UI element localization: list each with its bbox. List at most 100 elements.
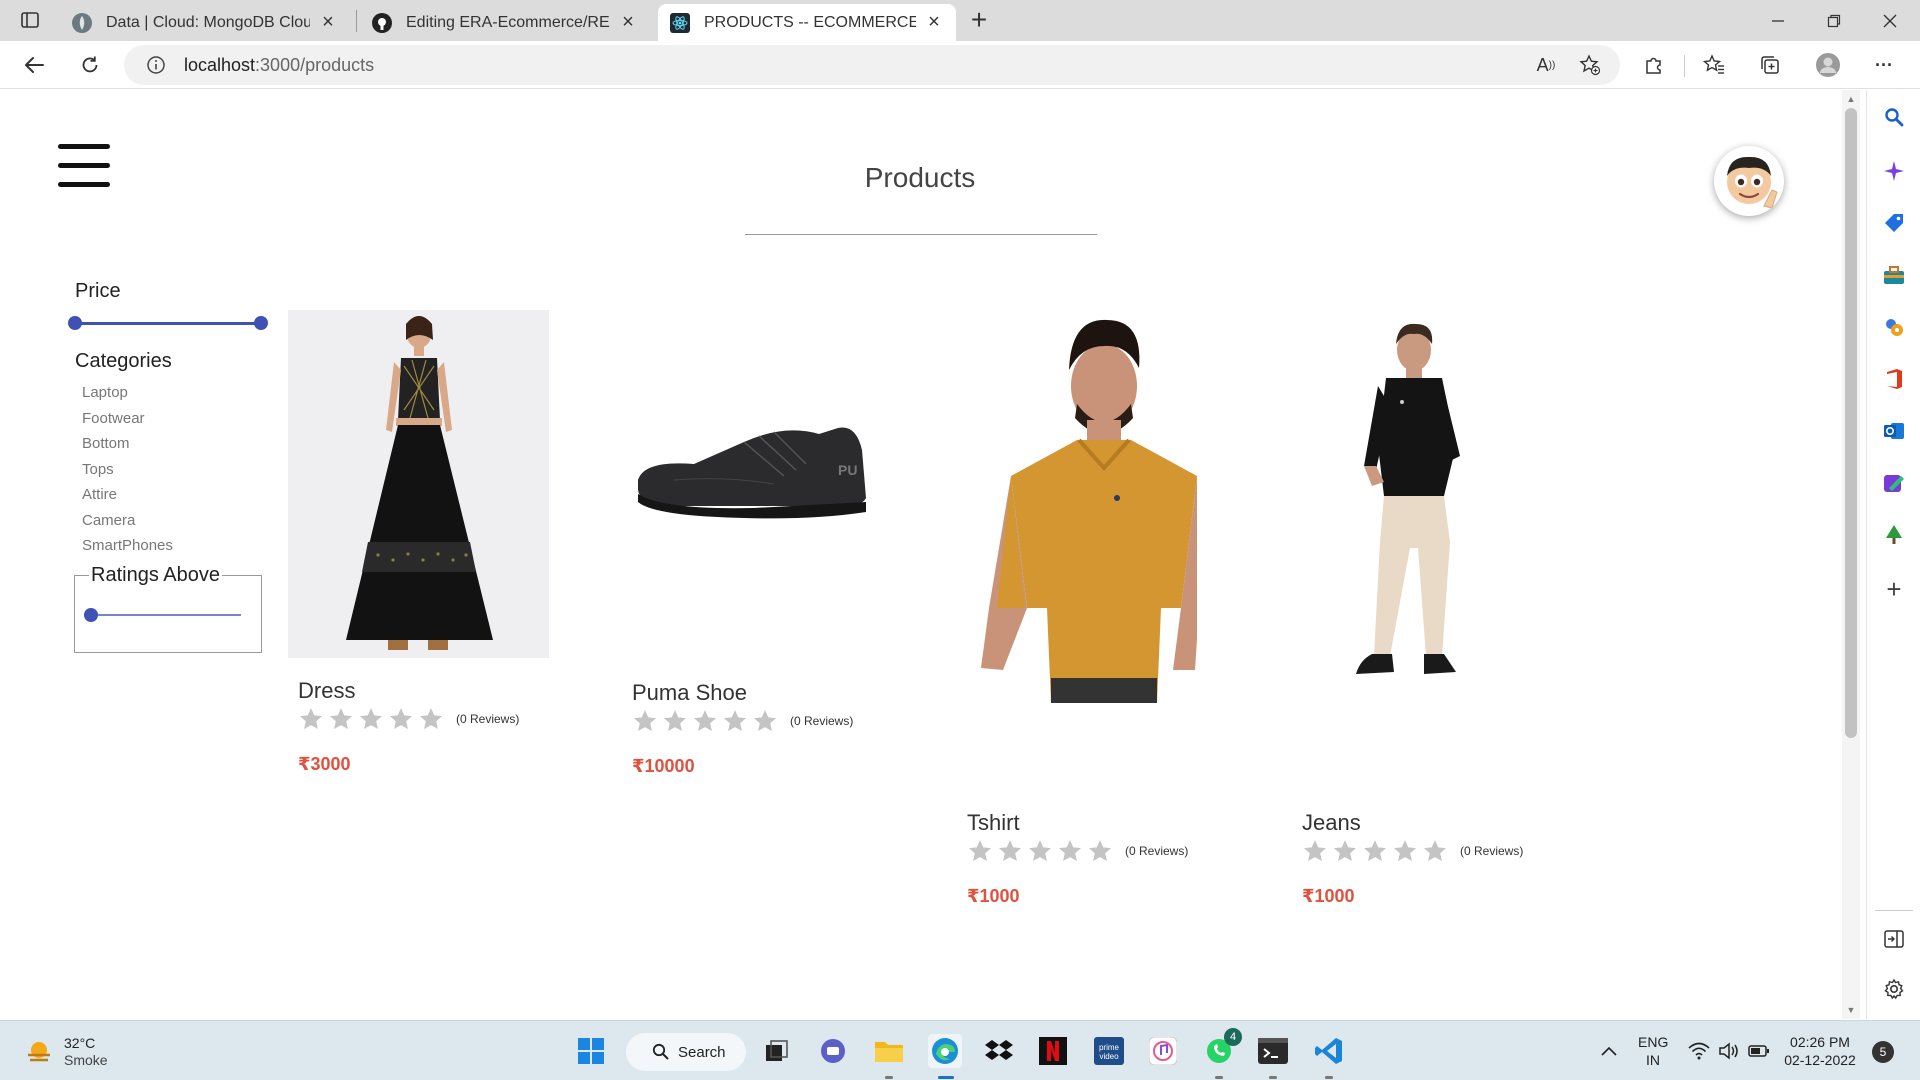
star-icon (1423, 840, 1447, 861)
tab-mongodb[interactable]: Data | Cloud: MongoDB Cloud × (60, 4, 350, 41)
ratings-slider-track[interactable] (91, 614, 241, 616)
outlook-icon[interactable] (1883, 420, 1905, 442)
more-options-icon[interactable]: ··· (1868, 49, 1900, 81)
product-image[interactable] (1332, 316, 1492, 686)
netflix-icon[interactable] (1036, 1034, 1070, 1068)
file-explorer-icon[interactable] (872, 1034, 906, 1068)
svg-text:prime: prime (1099, 1043, 1120, 1052)
product-name[interactable]: Puma Shoe (632, 680, 747, 706)
new-tab-button[interactable]: + (964, 6, 994, 36)
star-icon (1028, 840, 1052, 861)
minimize-button[interactable] (1750, 0, 1806, 41)
running-indicator (1325, 1076, 1333, 1079)
scrollbar-thumb[interactable] (1845, 108, 1857, 738)
profile-avatar-icon[interactable] (1812, 49, 1844, 81)
tab-title: Data | Cloud: MongoDB Cloud (106, 13, 310, 31)
scroll-down-arrow-icon[interactable]: ▼ (1846, 1005, 1856, 1015)
windows-start-icon[interactable] (574, 1034, 608, 1068)
task-view-icon[interactable] (760, 1034, 794, 1068)
itunes-icon[interactable] (1146, 1034, 1180, 1068)
system-clock[interactable]: 02:26 PM 02-12-2022 (1780, 1033, 1860, 1069)
dropbox-icon[interactable] (982, 1034, 1016, 1068)
tools-briefcase-icon[interactable] (1883, 264, 1905, 286)
collections-icon[interactable] (1754, 49, 1786, 81)
restore-button[interactable] (1806, 0, 1862, 41)
refresh-button[interactable] (74, 49, 106, 81)
product-price: ₹10000 (632, 756, 695, 776)
category-item-laptop[interactable]: Laptop (82, 380, 173, 406)
sparkle-icon[interactable] (1883, 160, 1905, 182)
taskbar-search-button[interactable]: Search (626, 1033, 746, 1071)
favorites-icon[interactable] (1698, 49, 1730, 81)
category-item-bottom[interactable]: Bottom (82, 431, 173, 457)
category-item-camera[interactable]: Camera (82, 508, 173, 534)
add-icon[interactable]: + (1883, 574, 1905, 604)
review-count: (0 Reviews) (1125, 844, 1189, 858)
read-aloud-icon[interactable]: A)) (1530, 49, 1562, 81)
product-card-tshirt[interactable]: Tshirt (0 Reviews) ₹1000 (967, 308, 1237, 906)
user-avatar-icon[interactable] (1714, 146, 1784, 216)
terminal-icon[interactable] (1256, 1034, 1290, 1068)
product-card-dress[interactable]: Dress (0 Reviews) ₹3000 (288, 310, 558, 774)
prime-video-icon[interactable]: prime video (1092, 1034, 1126, 1068)
product-image[interactable] (288, 310, 549, 658)
volume-icon[interactable] (1712, 1034, 1746, 1068)
tree-icon[interactable] (1883, 524, 1905, 546)
notification-badge[interactable]: 5 (1872, 1041, 1894, 1063)
product-name[interactable]: Dress (298, 678, 355, 704)
category-item-attire[interactable]: Attire (82, 482, 173, 508)
weather-widget[interactable]: 32°C Smoke (24, 1035, 108, 1069)
shopping-tag-icon[interactable] (1883, 212, 1905, 234)
category-item-footwear[interactable]: Footwear (82, 406, 173, 432)
teams-chat-icon[interactable] (816, 1034, 850, 1068)
review-count: (0 Reviews) (456, 712, 520, 726)
settings-gear-icon[interactable] (1883, 978, 1905, 1000)
browser-tab-strip: Data | Cloud: MongoDB Cloud × Editing ER… (0, 0, 1920, 41)
hide-sidebar-icon[interactable] (1883, 928, 1905, 950)
price-slider-track[interactable] (74, 322, 261, 325)
battery-icon[interactable] (1742, 1034, 1776, 1068)
input-language[interactable]: ENG IN (1638, 1033, 1668, 1069)
ratings-slider-thumb[interactable] (84, 608, 98, 622)
page-scrollbar[interactable]: ▲ ▼ (1842, 90, 1860, 1019)
menu-hamburger-icon[interactable] (58, 142, 110, 190)
office-icon[interactable] (1883, 368, 1905, 390)
close-icon[interactable]: × (318, 11, 338, 33)
designer-icon[interactable] (1883, 472, 1905, 494)
close-window-button[interactable] (1862, 0, 1918, 41)
product-name[interactable]: Jeans (1302, 810, 1361, 836)
ratings-filter-title: Ratings Above (89, 564, 222, 587)
product-name[interactable]: Tshirt (967, 810, 1020, 836)
edge-sidebar: + (1866, 90, 1920, 1019)
price-slider-max-thumb[interactable] (254, 316, 268, 330)
games-icon[interactable] (1883, 316, 1905, 338)
product-image[interactable] (967, 308, 1197, 703)
wifi-icon[interactable] (1682, 1034, 1716, 1068)
tab-actions-icon[interactable] (14, 8, 46, 32)
vscode-icon[interactable] (1312, 1034, 1346, 1068)
running-indicator (1215, 1076, 1223, 1079)
category-item-smartphones[interactable]: SmartPhones (82, 533, 173, 559)
chevron-up-icon[interactable] (1592, 1034, 1626, 1068)
ratings-filter: Ratings Above (74, 564, 262, 653)
price-slider-min-thumb[interactable] (68, 316, 82, 330)
scroll-up-arrow-icon[interactable]: ▲ (1846, 94, 1856, 104)
tab-products[interactable]: PRODUCTS -- ECOMMERCE × (658, 4, 956, 41)
whatsapp-icon[interactable]: 4 (1202, 1028, 1242, 1068)
close-icon[interactable]: × (618, 11, 638, 33)
add-favorite-icon[interactable] (1574, 49, 1606, 81)
close-icon[interactable]: × (924, 11, 944, 33)
edge-browser-icon[interactable] (928, 1034, 962, 1068)
back-button[interactable] (18, 49, 50, 81)
search-icon[interactable] (1883, 106, 1905, 128)
address-bar[interactable]: localhost:3000/products (124, 45, 1620, 85)
star-icon (693, 710, 717, 731)
product-card-jeans[interactable]: Jeans (0 Reviews) ₹1000 (1302, 316, 1572, 906)
tab-github[interactable]: Editing ERA-Ecommerce/README.md × (360, 4, 650, 41)
toolbar-divider (1684, 55, 1685, 77)
product-image[interactable]: PU (634, 420, 880, 540)
category-item-tops[interactable]: Tops (82, 457, 173, 483)
info-icon[interactable] (146, 55, 166, 75)
product-card-puma-shoe[interactable]: PU Puma Shoe (0 Reviews) ₹10000 (632, 420, 902, 776)
extensions-icon[interactable] (1638, 49, 1670, 81)
